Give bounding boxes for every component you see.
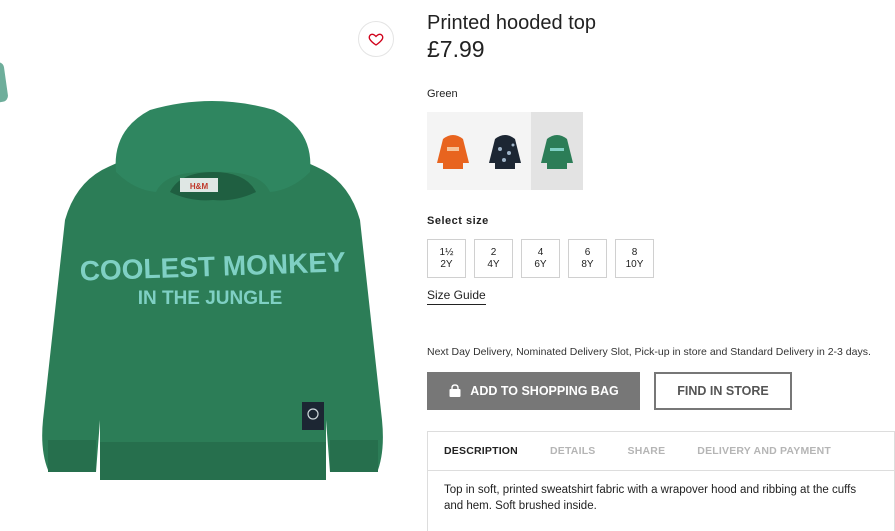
size-guide-link[interactable]: Size Guide xyxy=(427,288,486,305)
product-title: Printed hooded top xyxy=(427,12,597,34)
info-tabs: DESCRIPTION DETAILS SHARE DELIVERY AND P… xyxy=(428,432,894,471)
size-option[interactable]: 8 10Y xyxy=(615,239,654,278)
product-info-panel: DESCRIPTION DETAILS SHARE DELIVERY AND P… xyxy=(427,431,895,531)
orange-hoodie-thumbnail-icon xyxy=(437,135,469,169)
delivery-note: Next Day Delivery, Nominated Delivery Sl… xyxy=(427,346,871,358)
size-age: 4 xyxy=(537,246,544,258)
heart-icon xyxy=(368,33,384,46)
color-swatches xyxy=(427,112,583,190)
navy-hoodie-thumbnail-icon xyxy=(489,135,521,169)
product-gallery: H&M COOLEST MONKEY IN THE JUNGLE xyxy=(0,0,410,531)
previous-image-peek[interactable] xyxy=(0,61,9,103)
selected-color-name: Green xyxy=(427,88,458,100)
size-option[interactable]: 2 4Y xyxy=(474,239,513,278)
size-option[interactable]: 4 6Y xyxy=(521,239,560,278)
neck-label: H&M xyxy=(190,182,209,191)
size-age: 6 xyxy=(584,246,591,258)
print-line-2: IN THE JUNGLE xyxy=(138,288,283,309)
tab-delivery-and-payment[interactable]: DELIVERY AND PAYMENT xyxy=(697,445,831,457)
select-size-label: Select size xyxy=(427,215,489,227)
description-text: Top in soft, printed sweatshirt fabric w… xyxy=(444,484,857,512)
add-to-bag-label: ADD TO SHOPPING BAG xyxy=(470,384,619,398)
size-age: 1½ xyxy=(439,246,454,258)
size-age: 2 xyxy=(490,246,497,258)
size-years: 8Y xyxy=(581,258,594,270)
size-years: 6Y xyxy=(534,258,547,270)
product-details: Printed hooded top £7.99 Green Select si… xyxy=(427,0,895,531)
find-in-store-button[interactable]: FIND IN STORE xyxy=(654,372,792,410)
size-option[interactable]: 1½ 2Y xyxy=(427,239,466,278)
swatch-green[interactable] xyxy=(531,112,583,190)
size-years: 4Y xyxy=(487,258,500,270)
product-price: £7.99 xyxy=(427,36,485,62)
size-years: 2Y xyxy=(440,258,453,270)
tab-share[interactable]: SHARE xyxy=(628,445,666,457)
size-years: 10Y xyxy=(625,258,644,270)
swatch-navy-print[interactable] xyxy=(479,112,531,190)
size-age: 8 xyxy=(631,246,638,258)
size-options: 1½ 2Y 2 4Y 4 6Y 6 8Y 8 10Y xyxy=(427,239,654,278)
swatch-orange[interactable] xyxy=(427,112,479,190)
green-hoodie-thumbnail-icon xyxy=(541,135,573,169)
tab-details[interactable]: DETAILS xyxy=(550,445,596,457)
size-option[interactable]: 6 8Y xyxy=(568,239,607,278)
shopping-bag-icon xyxy=(449,384,461,397)
favorite-button[interactable] xyxy=(358,21,394,57)
tab-description[interactable]: DESCRIPTION xyxy=(444,445,518,457)
add-to-bag-button[interactable]: ADD TO SHOPPING BAG xyxy=(427,372,640,410)
product-image[interactable]: H&M COOLEST MONKEY IN THE JUNGLE xyxy=(30,100,395,500)
